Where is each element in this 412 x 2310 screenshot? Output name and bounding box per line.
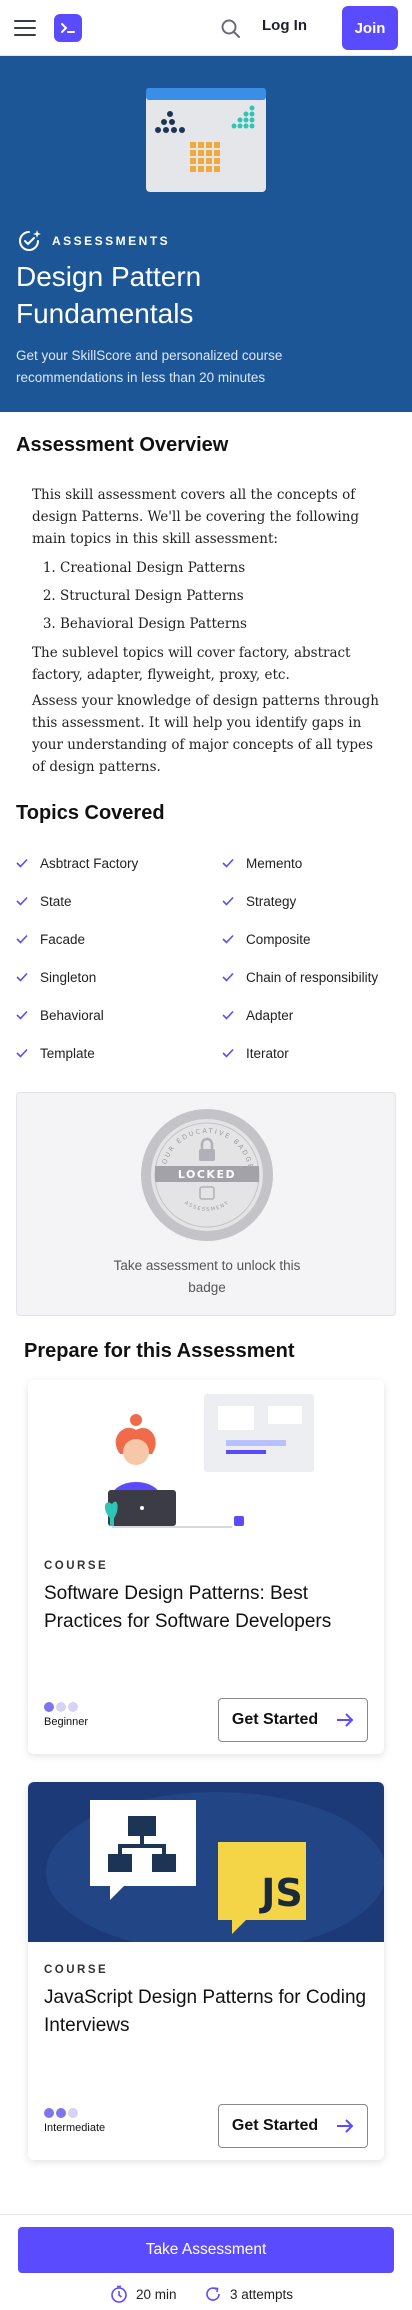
topic-label: Composite <box>246 931 311 947</box>
topic-item: Composite <box>222 920 396 958</box>
retry-icon <box>206 2287 220 2301</box>
topic-label: Chain of responsibility <box>246 969 379 985</box>
topics-grid: Asbtract Factory Memento State Strategy … <box>16 844 396 1072</box>
hamburger-icon[interactable] <box>14 19 36 36</box>
topic-label: State <box>40 893 72 909</box>
topic-list: Creational Design Patterns Structural De… <box>32 554 382 638</box>
arrow-right-icon <box>337 1713 354 1727</box>
topic-item: Asbtract Factory <box>16 844 222 882</box>
course-card[interactable]: JS COURSE JavaScript Design Patterns for… <box>28 1782 384 2160</box>
check-icon <box>222 896 234 906</box>
overview-body: This skill assessment covers all the con… <box>32 484 382 782</box>
arrow-right-icon <box>337 2119 354 2133</box>
top-nav: Log In Join <box>0 0 412 56</box>
level-dots <box>44 2108 105 2118</box>
course-tag: COURSE <box>44 1560 109 1572</box>
topic-label: Adapter <box>246 1007 294 1023</box>
level-label: Intermediate <box>44 2122 106 2134</box>
badge-caption-text: Take assessment to unlock this badge <box>113 1258 301 1295</box>
check-icon <box>222 858 234 868</box>
topic-label: Strategy <box>246 893 297 909</box>
get-started-button[interactable]: Get Started <box>218 1698 368 1742</box>
level-indicator: Intermediate <box>44 2108 105 2134</box>
topic-item: Memento <box>222 844 396 882</box>
check-icon <box>222 934 234 944</box>
terminal-logo-icon[interactable] <box>54 13 82 42</box>
hero-subtitle: Get your SkillScore and personalized cou… <box>16 348 283 385</box>
topics-heading: Topics Covered <box>16 802 165 824</box>
topic-item: Iterator <box>222 1034 396 1072</box>
badge-status: LOCKED <box>178 1168 236 1181</box>
topic-label: Memento <box>246 855 303 871</box>
attempts-label: 3 attempts <box>230 2286 294 2302</box>
course-title[interactable]: JavaScript Design Patterns for Coding In… <box>44 1984 374 2040</box>
get-started-button[interactable]: Get Started <box>218 2104 368 2148</box>
login-link[interactable]: Log In <box>262 17 307 34</box>
overview-intro: This skill assessment covers all the con… <box>32 487 360 547</box>
check-icon <box>16 858 28 868</box>
check-icon <box>222 972 234 982</box>
topic-label: Singleton <box>40 969 97 985</box>
take-assessment-button[interactable]: Take Assessment <box>18 2227 394 2273</box>
get-started-label: Get Started <box>231 2117 319 2134</box>
timer-icon <box>111 2285 127 2303</box>
topic-item: State <box>16 882 222 920</box>
course-tag: COURSE <box>44 1964 109 1976</box>
check-icon <box>16 896 28 906</box>
check-icon <box>16 934 28 944</box>
overview-heading: Assessment Overview <box>16 434 229 456</box>
check-icon <box>222 1048 234 1058</box>
check-icon <box>16 972 28 982</box>
check-icon <box>16 1010 28 1020</box>
level-indicator: Beginner <box>44 1702 88 1728</box>
attempts-meta: 3 attempts <box>204 2285 293 2303</box>
overview-paragraph: The sublevel topics will cover factory, … <box>32 645 351 683</box>
js-logo-text: JS <box>258 1871 303 1915</box>
topic-item: Strategy <box>222 882 396 920</box>
topic-label: Iterator <box>246 1045 289 1061</box>
course-title[interactable]: Software Design Patterns: Best Practices… <box>44 1580 374 1636</box>
topic-label: Behavioral <box>40 1007 104 1023</box>
topic-label: Template <box>40 1045 95 1061</box>
list-item: Behavioral Design Patterns <box>60 610 382 638</box>
check-icon <box>16 1048 28 1058</box>
badge-caption: Take assessment to unlock this badge <box>17 1255 397 1299</box>
topic-item: Adapter <box>222 996 396 1034</box>
topic-item: Template <box>16 1034 222 1072</box>
list-item: Structural Design Patterns <box>60 582 382 610</box>
topic-item: Singleton <box>16 958 222 996</box>
locked-badge-icon: YOUR EDUCATIVE BADGE ASSESSMENT LOCKED <box>141 1109 273 1241</box>
duration-label: 20 min <box>136 2286 177 2302</box>
list-item: Creational Design Patterns <box>60 554 382 582</box>
duration-meta: 20 min <box>110 2285 177 2303</box>
assessment-grid-illustration <box>146 88 266 192</box>
topic-item: Facade <box>16 920 222 958</box>
get-started-label: Get Started <box>231 1711 319 1728</box>
prepare-heading: Prepare for this Assessment <box>24 1340 295 1362</box>
course-card[interactable]: COURSE Software Design Patterns: Best Pr… <box>28 1380 384 1754</box>
topic-label: Facade <box>40 931 86 947</box>
check-icon <box>222 1010 234 1020</box>
level-label: Beginner <box>44 1716 89 1728</box>
topic-item: Chain of responsibility <box>222 958 396 996</box>
assessments-eyebrow: ASSESSMENTS <box>16 228 170 254</box>
topic-label: Asbtract Factory <box>40 855 139 871</box>
overview-paragraph: Assess your knowledge of design patterns… <box>32 693 379 775</box>
locked-badge-card: YOUR EDUCATIVE BADGE ASSESSMENT LOCKED T… <box>16 1092 396 1316</box>
search-icon[interactable] <box>220 18 242 40</box>
page-title: Design Pattern Fundamentals <box>16 261 202 329</box>
sticky-footer: Take Assessment 20 min 3 attempts <box>0 2214 412 2310</box>
hero-banner: ASSESSMENTS Design Pattern Fundamentals … <box>0 56 412 412</box>
eyebrow-label: ASSESSMENTS <box>52 234 171 248</box>
join-button[interactable]: Join <box>342 6 398 50</box>
course-illustration <box>28 1380 384 1540</box>
assessment-sparkle-icon <box>19 230 41 251</box>
level-dots <box>44 1702 88 1712</box>
topic-item: Behavioral <box>16 996 222 1034</box>
course-illustration: JS <box>28 1782 384 1942</box>
